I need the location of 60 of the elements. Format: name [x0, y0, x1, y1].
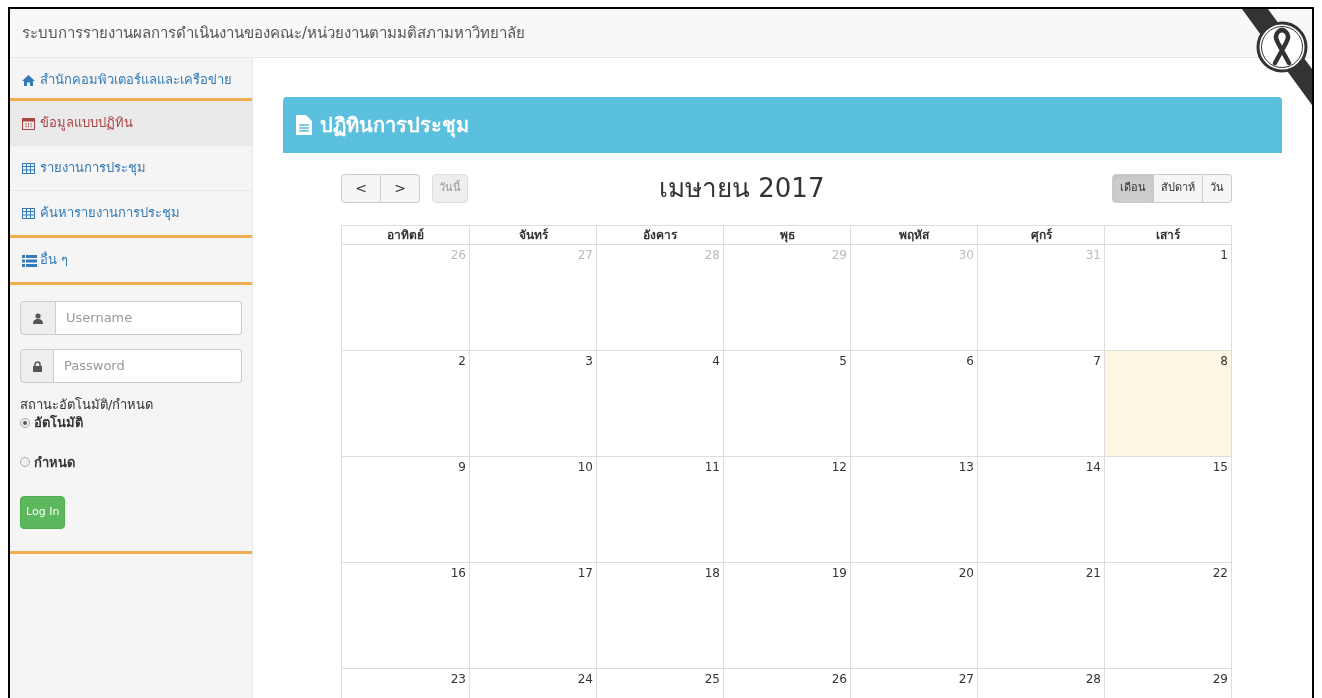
next-month-button[interactable]: >	[381, 173, 420, 203]
day-cell[interactable]: 19	[723, 563, 850, 668]
weekday-header: พฤหัส	[850, 226, 977, 244]
home-icon	[22, 75, 35, 86]
day-cell[interactable]: 1	[1104, 245, 1231, 350]
weekday-header: ศุกร์	[977, 226, 1104, 244]
day-cell[interactable]: 11	[596, 457, 723, 562]
day-cell[interactable]: 21	[977, 563, 1104, 668]
password-field[interactable]: Password	[54, 349, 242, 383]
day-cell[interactable]: 13	[850, 457, 977, 562]
day-cell[interactable]: 22	[1104, 563, 1231, 668]
day-cell[interactable]: 8	[1104, 351, 1231, 456]
day-cell[interactable]: 25	[596, 669, 723, 698]
day-cell[interactable]: 2	[342, 351, 469, 456]
previous-month-button[interactable]: <	[341, 173, 381, 203]
day-cell[interactable]: 4	[596, 351, 723, 456]
calendar-icon	[22, 117, 35, 130]
mode-radio[interactable]: อัตโนมัติ	[20, 413, 242, 433]
sidebar-item[interactable]: อื่น ๆ	[10, 238, 252, 285]
mode-label: สถานะอัตโนมัติ/กำหนด	[20, 397, 155, 413]
day-cell[interactable]: 17	[469, 563, 596, 668]
document-icon	[296, 115, 312, 135]
day-cell[interactable]: 26	[723, 669, 850, 698]
day-cell[interactable]: 12	[723, 457, 850, 562]
user-icon	[33, 312, 43, 324]
day-cell[interactable]: 16	[342, 563, 469, 668]
panel-title: ปฏิทินการประชุม	[320, 112, 469, 140]
sidebar-item[interactable]: ค้นหารายงานการประชุม	[10, 191, 252, 238]
day-cell[interactable]: 28	[977, 669, 1104, 698]
day-cell[interactable]: 14	[977, 457, 1104, 562]
weekday-header: พุธ	[723, 226, 850, 244]
day-cell[interactable]: 20	[850, 563, 977, 668]
day-cell[interactable]: 5	[723, 351, 850, 456]
view-tab[interactable]: วัน	[1203, 173, 1232, 203]
view-tab[interactable]: เดือน	[1112, 173, 1154, 203]
username-field[interactable]: Username	[56, 301, 242, 335]
list-icon	[22, 254, 37, 267]
sidebar-item[interactable]: รายงานการประชุม	[10, 146, 252, 191]
weekday-header: อังคาร	[596, 226, 723, 244]
weekday-header: อาทิตย์	[386, 227, 425, 244]
app-title: ระบบการรายงานผลการดำเนินงานของคณะ/หน่วยงานตามมติสภามหาวิทยาลัย	[22, 22, 526, 44]
day-cell[interactable]: 29	[1104, 669, 1231, 698]
calendar-title: เมษายน 2017	[659, 171, 825, 205]
day-cell[interactable]: 9	[342, 457, 469, 562]
mode-radio[interactable]: กำหนด	[20, 452, 242, 472]
table-icon	[22, 163, 35, 174]
day-cell[interactable]: 24	[469, 669, 596, 698]
weekday-header: เสาร์	[1104, 226, 1231, 244]
lock-icon	[32, 360, 42, 372]
view-tab[interactable]: สัปดาห์	[1154, 173, 1203, 203]
day-cell[interactable]: 27	[850, 669, 977, 698]
day-cell[interactable]: 6	[850, 351, 977, 456]
day-cell[interactable]: 18	[596, 563, 723, 668]
weekday-header: จันทร์	[469, 226, 596, 244]
sidebar-item[interactable]: ข้อมูลแบบปฏิทิน	[10, 101, 252, 146]
day-cell[interactable]: 3	[469, 351, 596, 456]
day-cell[interactable]: 15	[1104, 457, 1231, 562]
table-icon	[22, 208, 35, 219]
day-cell[interactable]: 10	[469, 457, 596, 562]
day-cell[interactable]: 23	[342, 669, 469, 698]
